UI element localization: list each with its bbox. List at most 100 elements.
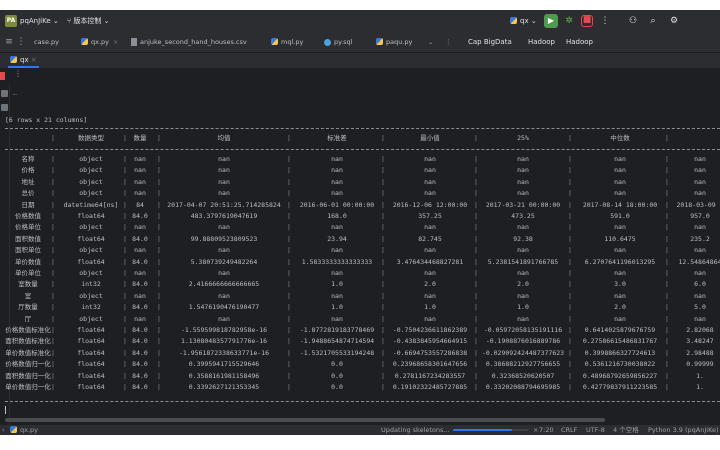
column-separator: | bbox=[665, 166, 669, 175]
table-cell: 单价单位 bbox=[15, 269, 41, 277]
vcs-menu[interactable]: ⑂ 版本控制 ⌄ bbox=[67, 10, 110, 32]
debug-icon[interactable]: ✲ bbox=[562, 14, 576, 28]
search-icon[interactable]: ⌕ bbox=[646, 14, 660, 28]
column-separator: | bbox=[381, 314, 385, 323]
column-separator: | bbox=[287, 246, 291, 255]
tab-hadoop-2[interactable]: Hadoop bbox=[566, 32, 593, 52]
column-separator: | bbox=[123, 223, 127, 232]
column-separator: | bbox=[123, 269, 127, 277]
python-interpreter[interactable]: Python 3.9 (pqAnJiKe) bbox=[648, 425, 719, 435]
table-cell: 3.0 bbox=[614, 280, 626, 289]
table-cell: 中位数 bbox=[610, 134, 630, 142]
column-separator: | bbox=[665, 155, 669, 163]
down-arrow-icon[interactable] bbox=[1, 104, 8, 111]
line-separator[interactable]: CRLF bbox=[561, 425, 577, 435]
horizontal-scrollbar[interactable] bbox=[5, 418, 605, 422]
more-icon[interactable]: ⋮ bbox=[445, 32, 452, 52]
stop-icon[interactable] bbox=[0, 72, 5, 80]
tab-mql-py[interactable]: mql.py bbox=[271, 32, 303, 52]
column-separator: | bbox=[51, 360, 55, 369]
column-separator: | bbox=[123, 314, 127, 323]
table-cell: 1.0 bbox=[331, 280, 343, 289]
table-row: 单价数值归一化 float64 84.0 0.3392627121353345 0.0 0… bbox=[5, 382, 720, 392]
more-icon[interactable]: ⋮ bbox=[14, 35, 28, 49]
status-file[interactable]: qx.py bbox=[10, 425, 38, 435]
table-cell: 0.48968792659856227 bbox=[582, 371, 658, 380]
run-tab-qx[interactable]: qx × bbox=[8, 53, 39, 68]
indent-setting[interactable]: 4 个空格 bbox=[613, 425, 639, 435]
tab-list-chevron-icon[interactable]: ⌄ bbox=[428, 32, 433, 52]
column-separator: | bbox=[123, 337, 127, 346]
column-separator: | bbox=[287, 134, 291, 142]
table-cell: 12.54864864 bbox=[678, 257, 720, 266]
table-cell: nan bbox=[424, 177, 436, 186]
table-cell: nan bbox=[331, 177, 343, 186]
table-cell: 0.32368520620507 bbox=[491, 371, 555, 380]
column-separator: | bbox=[157, 348, 161, 357]
table-cell: 25% bbox=[517, 134, 529, 142]
column-separator: | bbox=[157, 291, 161, 300]
run-config-selector[interactable]: qx ⌄ bbox=[510, 10, 537, 32]
close-icon[interactable]: × bbox=[113, 38, 118, 46]
table-cell: -1.8772819183778469 bbox=[299, 326, 375, 334]
tab-py-sql[interactable]: py.sql bbox=[324, 32, 352, 52]
column-separator: | bbox=[568, 326, 572, 334]
close-icon[interactable]: × bbox=[31, 56, 37, 64]
table-cell: 最小值 bbox=[420, 134, 440, 142]
tab-paqu-py[interactable]: paqu.py bbox=[376, 32, 412, 52]
table-cell: 地址 bbox=[21, 177, 35, 186]
more-vert-icon[interactable]: ⋮ bbox=[14, 69, 22, 78]
close-icon[interactable]: × bbox=[533, 425, 538, 435]
table-cell: 总价 bbox=[21, 189, 35, 198]
breadcrumb-expand-icon[interactable]: › bbox=[2, 425, 5, 435]
column-separator: | bbox=[568, 303, 572, 312]
project-badge[interactable]: PA bbox=[5, 15, 17, 27]
column-separator: | bbox=[474, 269, 478, 277]
column-separator: | bbox=[474, 212, 478, 220]
file-encoding[interactable]: UTF-8 bbox=[586, 425, 605, 435]
column-separator: | bbox=[568, 246, 572, 255]
table-cell: 0.0 bbox=[331, 383, 343, 391]
table-cell: 1. bbox=[696, 383, 704, 391]
tab-anjuke-csv[interactable]: anjuke_second_hand_houses.csv bbox=[131, 32, 247, 52]
table-row: 日期 datetime64[ns] 84 2017-04-07 20:51:25.71… bbox=[5, 200, 720, 210]
table-cell: 957.0 bbox=[690, 212, 710, 220]
column-separator: | bbox=[474, 337, 478, 346]
table-cell: 2.4166666666666665 bbox=[188, 280, 260, 289]
column-separator: | bbox=[568, 383, 572, 391]
table-cell: 84.0 bbox=[132, 383, 148, 391]
column-separator: | bbox=[474, 371, 478, 380]
table-row: 室数量 int32 84.0 2.4166666666666665 1.0 2.0 2.0 3… bbox=[5, 279, 720, 289]
table-cell: 面积数值归一化 bbox=[5, 371, 51, 380]
column-separator: | bbox=[157, 303, 161, 312]
run-icon[interactable]: ▶ bbox=[544, 14, 558, 28]
table-cell: 2.82068 bbox=[686, 326, 714, 334]
table-cell: 84.0 bbox=[132, 360, 148, 369]
cursor-position[interactable]: 7:20 bbox=[539, 425, 554, 435]
project-name[interactable]: pqAnJiKe ⌄ bbox=[20, 10, 59, 32]
tab-case-py[interactable]: case.py bbox=[34, 32, 59, 52]
stop-icon[interactable]: ■ bbox=[581, 15, 593, 27]
column-separator: | bbox=[665, 291, 669, 300]
column-separator: | bbox=[123, 257, 127, 266]
settings-icon[interactable]: ⚙ bbox=[667, 14, 681, 28]
table-cell: -0.1908876016889786 bbox=[485, 337, 561, 346]
chevron-down-icon: ⌄ bbox=[103, 17, 110, 25]
tab-hadoop[interactable]: Hadoop bbox=[528, 32, 555, 52]
column-separator: | bbox=[568, 269, 572, 277]
table-cell: 1.0 bbox=[331, 303, 343, 312]
table-cell: 2017-03-21 00:00:00 bbox=[485, 200, 561, 209]
column-separator: | bbox=[381, 212, 385, 220]
more-vert-icon[interactable]: ⋮ bbox=[598, 14, 612, 28]
table-cell: 单价数值 bbox=[15, 257, 41, 266]
column-separator: | bbox=[568, 155, 572, 163]
table-cell: nan bbox=[218, 246, 230, 255]
column-separator: | bbox=[568, 189, 572, 198]
add-user-icon[interactable]: ⚇ bbox=[626, 14, 640, 28]
tab-cap-bigdata[interactable]: Cap BigData bbox=[468, 32, 512, 52]
table-cell: 标准差 bbox=[327, 134, 347, 142]
table-cell: 5.2381541891766785 bbox=[487, 257, 559, 266]
table-cell: nan bbox=[614, 155, 626, 163]
table-cell: float64 bbox=[77, 383, 105, 391]
tab-qx-py[interactable]: qx.py × bbox=[81, 32, 118, 52]
